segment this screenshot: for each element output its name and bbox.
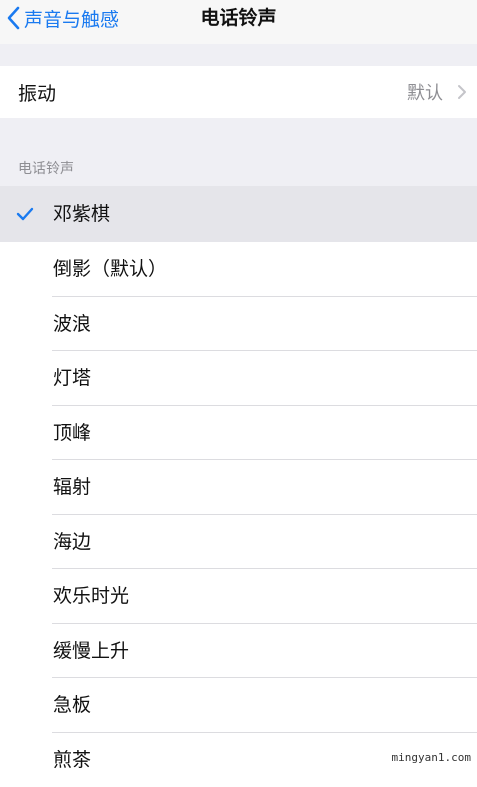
ringtone-item[interactable]: 邓紫棋 (0, 186, 477, 242)
ringtone-item[interactable]: 欢乐时光 (0, 569, 477, 624)
ringtone-item[interactable]: 海边 (0, 515, 477, 570)
ringtone-item[interactable]: 灯塔 (0, 351, 477, 406)
ringtone-item[interactable]: 倒影（默认） (0, 242, 477, 297)
ringtone-label: 邓紫棋 (53, 186, 110, 242)
ringtone-label: 灯塔 (53, 351, 91, 405)
vibration-label: 振动 (18, 79, 56, 106)
watermark: mingyan1.com (392, 751, 471, 764)
ringtone-label: 煎茶 (53, 733, 91, 787)
ringtone-label: 海边 (53, 515, 91, 569)
ringtone-label: 急板 (53, 678, 91, 732)
navigation-bar: 声音与触感 电话铃声 (0, 0, 477, 44)
chevron-right-icon (457, 84, 467, 104)
ringtone-item[interactable]: 急板 (0, 678, 477, 733)
ringtone-label: 波浪 (53, 297, 91, 351)
ringtone-label: 倒影（默认） (53, 242, 167, 296)
ringtone-item[interactable]: 缓慢上升 (0, 624, 477, 679)
ringtone-label: 缓慢上升 (53, 624, 129, 678)
ringtone-item[interactable]: 波浪 (0, 297, 477, 352)
ringtones-section-header: 电话铃声 (18, 158, 74, 178)
checkmark-icon (16, 206, 34, 225)
vibration-value: 默认 (407, 79, 443, 105)
ringtone-item[interactable]: 辐射 (0, 460, 477, 515)
vibration-row[interactable]: 振动 默认 (0, 66, 477, 118)
ringtone-label: 辐射 (53, 460, 91, 514)
page-title: 电话铃声 (0, 0, 477, 36)
ringtone-label: 顶峰 (53, 406, 91, 460)
ringtone-item[interactable]: 顶峰 (0, 406, 477, 461)
ringtone-list: 邓紫棋倒影（默认）波浪灯塔顶峰辐射海边欢乐时光缓慢上升急板煎茶 (0, 186, 477, 787)
ringtone-label: 欢乐时光 (53, 569, 129, 623)
